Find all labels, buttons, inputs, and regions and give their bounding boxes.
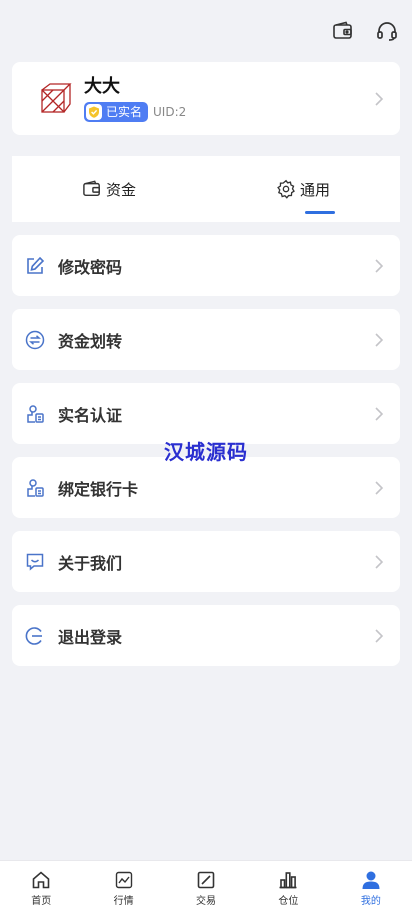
wallet-icon[interactable] bbox=[330, 18, 356, 44]
badge-row: 已实名 UID:2 bbox=[84, 101, 187, 122]
active-tab-indicator bbox=[305, 211, 335, 214]
chevron-right-icon bbox=[375, 91, 384, 106]
nav-home-label: 首页 bbox=[31, 895, 52, 907]
menu-item-change-password[interactable]: 修改密码 bbox=[12, 235, 400, 296]
nav-mine[interactable]: 我的 bbox=[330, 861, 412, 915]
wallet-icon bbox=[83, 180, 100, 197]
chevron-right-icon bbox=[375, 554, 384, 569]
menu-item-fund-transfer[interactable]: 资金划转 bbox=[12, 309, 400, 370]
tab-general-label: 通用 bbox=[299, 180, 330, 199]
logout-icon bbox=[24, 625, 46, 647]
uid-text: UID:2 bbox=[153, 104, 187, 119]
menu-item-about-us[interactable]: 关于我们 bbox=[12, 531, 400, 592]
nav-home[interactable]: 首页 bbox=[0, 861, 82, 915]
user-name: 大大 bbox=[84, 75, 120, 97]
chevron-right-icon bbox=[375, 332, 384, 347]
profile-info: 大大 已实名 UID:2 bbox=[84, 76, 186, 122]
bank-card-icon bbox=[24, 477, 46, 499]
nav-positions-label: 仓位 bbox=[278, 895, 299, 907]
home-icon bbox=[32, 870, 50, 888]
nav-positions[interactable]: 仓位 bbox=[247, 861, 329, 915]
top-icons bbox=[330, 18, 400, 44]
verified-badge: 已实名 bbox=[84, 101, 149, 122]
chevron-right-icon bbox=[375, 628, 384, 643]
message-smile-icon bbox=[24, 551, 46, 573]
chevron-right-icon bbox=[375, 406, 384, 421]
menu-item-label: 实名认证 bbox=[58, 405, 123, 425]
profile-page: 大大 已实名 UID:2 资金 通用 修改密码 资金划转 实名认证 绑定银行卡 … bbox=[0, 0, 412, 915]
menu-item-real-name-auth[interactable]: 实名认证 bbox=[12, 383, 400, 444]
nav-market[interactable]: 行情 bbox=[82, 861, 164, 915]
id-stamp-icon bbox=[24, 403, 46, 425]
tab-funds-label: 资金 bbox=[105, 180, 136, 199]
gear-icon bbox=[277, 179, 295, 199]
watermark: 汉城源码 bbox=[164, 440, 248, 464]
verified-badge-label: 已实名 bbox=[106, 105, 143, 119]
shield-icon bbox=[86, 103, 102, 120]
menu-item-logout[interactable]: 退出登录 bbox=[12, 605, 400, 666]
bar-chart-icon bbox=[279, 871, 297, 888]
market-icon bbox=[115, 871, 132, 888]
edit-icon bbox=[24, 255, 46, 277]
menu-item-label: 关于我们 bbox=[58, 553, 123, 573]
headset-icon[interactable] bbox=[374, 18, 400, 44]
nav-market-label: 行情 bbox=[113, 895, 134, 907]
trade-icon bbox=[197, 871, 215, 888]
profile-card[interactable]: 大大 已实名 UID:2 bbox=[12, 62, 400, 135]
nav-trade[interactable]: 交易 bbox=[165, 861, 247, 915]
avatar bbox=[41, 82, 72, 113]
settings-tabs: 资金 通用 bbox=[12, 156, 400, 222]
nav-trade-label: 交易 bbox=[196, 895, 217, 907]
tab-general[interactable]: 通用 bbox=[206, 156, 400, 222]
user-icon bbox=[362, 871, 380, 889]
transfer-icon bbox=[24, 329, 46, 351]
menu-item-label: 修改密码 bbox=[58, 257, 123, 277]
menu-item-label: 退出登录 bbox=[58, 627, 123, 647]
tab-funds[interactable]: 资金 bbox=[12, 156, 206, 222]
chevron-right-icon bbox=[375, 258, 384, 273]
menu-item-bind-bank-card[interactable]: 绑定银行卡 bbox=[12, 457, 400, 518]
bottom-nav: 首页 行情 交易 仓位 我的 bbox=[0, 860, 412, 915]
nav-mine-label: 我的 bbox=[360, 895, 381, 907]
chevron-right-icon bbox=[375, 480, 384, 495]
menu-item-label: 资金划转 bbox=[58, 331, 123, 351]
menu-item-label: 绑定银行卡 bbox=[58, 479, 139, 499]
